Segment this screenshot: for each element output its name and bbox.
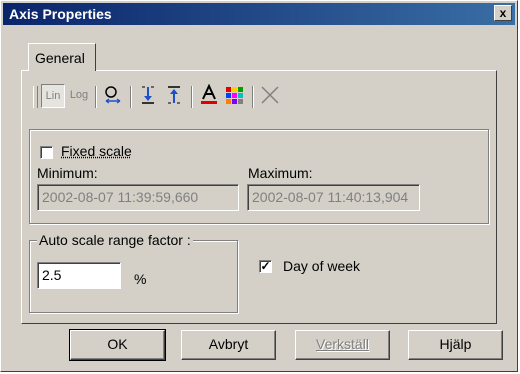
minimum-label: Minimum: [37,165,98,181]
log-scale-button[interactable]: Log [67,84,91,108]
align-top-icon [168,86,180,104]
help-button[interactable]: Hjälp [408,330,503,360]
fixed-scale-label[interactable]: Fixed scale [61,143,132,159]
cancel-button[interactable]: Avbryt [181,330,276,360]
toolbar: Lin Log [30,80,330,112]
percent-unit-label: % [134,271,147,287]
toolbar-grip[interactable] [33,86,38,108]
delete-icon [261,86,279,104]
close-button[interactable]: x [494,5,512,21]
lin-scale-label: Lin [45,90,61,102]
minimum-field[interactable]: 2002-08-07 11:39:59,660 [37,184,239,211]
day-of-week-label[interactable]: Day of week [283,258,360,274]
color-palette-button[interactable] [223,84,247,108]
fixed-scale-checkbox[interactable] [40,146,53,159]
color-palette-icon [226,87,243,104]
tab-general-label: General [35,50,85,66]
toolbar-separator [95,86,97,108]
maximum-field[interactable]: 2002-08-07 11:40:13,904 [247,184,420,211]
ok-button[interactable]: OK [69,329,166,361]
toolbar-separator [252,86,254,108]
toolbar-separator [130,86,132,108]
title-bar: Axis Properties x [3,3,515,25]
text-color-button[interactable] [197,83,221,108]
apply-button[interactable]: Verkställ [295,330,390,360]
auto-scale-legend: Auto scale range factor : [37,232,193,248]
auto-scale-factor-input[interactable]: 2.5 [37,262,121,289]
align-bottom-button[interactable] [136,84,160,108]
text-color-icon [201,83,217,104]
checkmark-icon: ✓ [260,259,271,273]
window-title: Axis Properties [9,6,112,22]
lin-scale-button[interactable]: Lin [41,84,65,108]
apply-button-label: Verkställ [316,336,369,352]
zoom-axis-icon [105,86,121,104]
zoom-axis-button[interactable] [101,84,125,108]
day-of-week-checkbox[interactable]: ✓ [259,260,272,273]
tab-general[interactable]: General [28,43,96,71]
maximum-label: Maximum: [248,165,313,181]
toolbar-separator [191,86,193,108]
align-top-button[interactable] [162,84,186,108]
delete-button[interactable] [258,84,282,108]
axis-properties-dialog: Axis Properties x General Lin Log Fixed … [0,0,518,372]
align-bottom-icon [142,86,154,104]
log-scale-label: Log [69,89,89,101]
